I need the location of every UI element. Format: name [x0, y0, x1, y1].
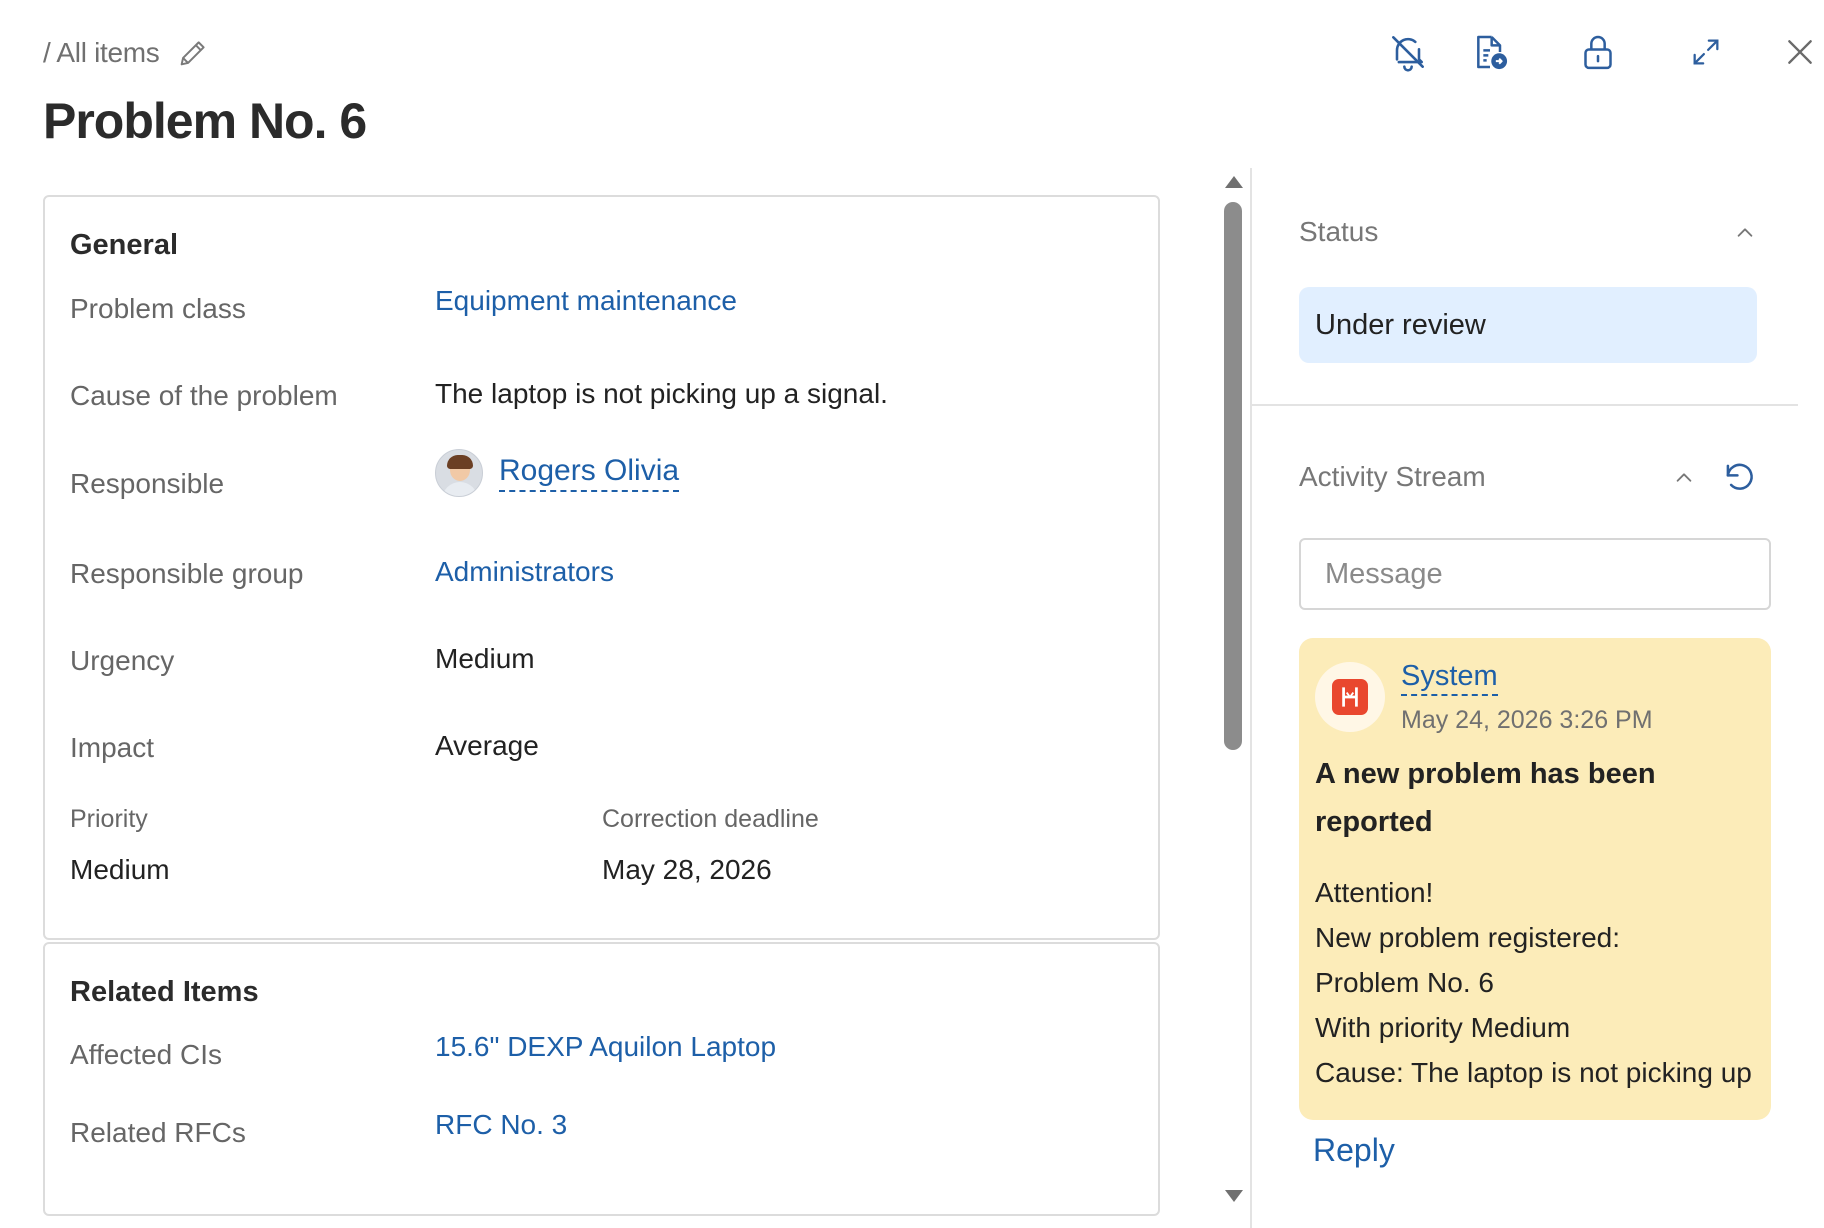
activity-line: Problem No. 6 [1315, 967, 1494, 998]
responsible-group-label: Responsible group [70, 558, 304, 589]
cause-value: The laptop is not picking up a signal. [435, 378, 888, 409]
chevron-up-icon[interactable] [1734, 222, 1756, 244]
urgency-label: Urgency [70, 645, 175, 676]
top-actions [1384, 28, 1824, 76]
related-rfcs-label: Related RFCs [70, 1117, 246, 1148]
breadcrumb-all-items[interactable]: / All items [43, 37, 160, 69]
deadline-value: May 28, 2026 [602, 854, 772, 885]
general-section: General Problem class Equipment maintena… [43, 195, 1160, 940]
activity-body: Attention! New problem registered: Probl… [1315, 870, 1771, 1095]
reply-link[interactable]: Reply [1313, 1132, 1395, 1169]
activity-stream-title: Activity Stream [1299, 461, 1486, 492]
responsible-link[interactable]: Rogers Olivia [499, 454, 680, 492]
activity-line: New problem registered: [1315, 922, 1621, 953]
bell-off-icon[interactable] [1384, 28, 1432, 76]
problem-class-link[interactable]: Equipment maintenance [435, 285, 737, 317]
priority-label: Priority [70, 805, 148, 833]
scroll-up-arrow[interactable] [1225, 176, 1243, 188]
responsible-group-link[interactable]: Administrators [435, 556, 614, 588]
pencil-icon[interactable] [176, 36, 210, 70]
related-items-section: Related Items Affected CIs 15.6" DEXP Aq… [43, 942, 1160, 1216]
responsible-person: Rogers Olivia [435, 449, 680, 497]
related-items-title: Related Items [70, 976, 259, 1008]
activity-line: With priority Medium [1315, 1012, 1571, 1043]
message-input[interactable] [1299, 538, 1771, 610]
impact-label: Impact [70, 732, 155, 763]
responsible-label: Responsible [70, 468, 225, 499]
urgency-value: Medium [435, 643, 535, 674]
activity-entry: System May 24, 2026 3:26 PM A new proble… [1299, 638, 1771, 1120]
activity-line: Attention! [1315, 877, 1434, 908]
affected-ci-link[interactable]: 15.6" DEXP Aquilon Laptop [435, 1031, 776, 1063]
activity-timestamp: May 24, 2026 3:26 PM [1401, 706, 1653, 734]
status-badge[interactable]: Under review [1299, 287, 1757, 363]
section-divider [1252, 404, 1798, 406]
deadline-label: Correction deadline [602, 805, 819, 833]
general-section-title: General [70, 229, 178, 261]
affected-cis-label: Affected CIs [70, 1039, 223, 1070]
avatar[interactable] [435, 449, 483, 497]
expand-icon[interactable] [1682, 28, 1730, 76]
file-export-icon[interactable] [1466, 28, 1514, 76]
scrollbar[interactable] [1222, 172, 1244, 1212]
close-icon[interactable] [1776, 28, 1824, 76]
status-title: Status [1299, 216, 1379, 247]
chevron-up-icon[interactable] [1673, 467, 1695, 489]
system-avatar [1315, 662, 1385, 732]
activity-heading: A new problem has been reported [1315, 758, 1656, 838]
priority-value: Medium [70, 854, 170, 885]
cause-label: Cause of the problem [70, 380, 338, 411]
refresh-icon[interactable] [1720, 458, 1758, 496]
system-logo-icon [1332, 679, 1368, 715]
activity-author-link[interactable]: System [1401, 660, 1498, 696]
scroll-thumb[interactable] [1224, 202, 1242, 750]
problem-class-label: Problem class [70, 293, 246, 324]
pane-divider [1250, 168, 1252, 1228]
activity-line: Cause: The laptop is not picking up [1315, 1057, 1752, 1088]
scroll-down-arrow[interactable] [1225, 1190, 1243, 1202]
related-rfc-link[interactable]: RFC No. 3 [435, 1109, 567, 1141]
impact-value: Average [435, 730, 539, 761]
breadcrumb: / All items [43, 36, 210, 70]
lock-icon[interactable] [1574, 28, 1622, 76]
page-title: Problem No. 6 [43, 93, 367, 149]
